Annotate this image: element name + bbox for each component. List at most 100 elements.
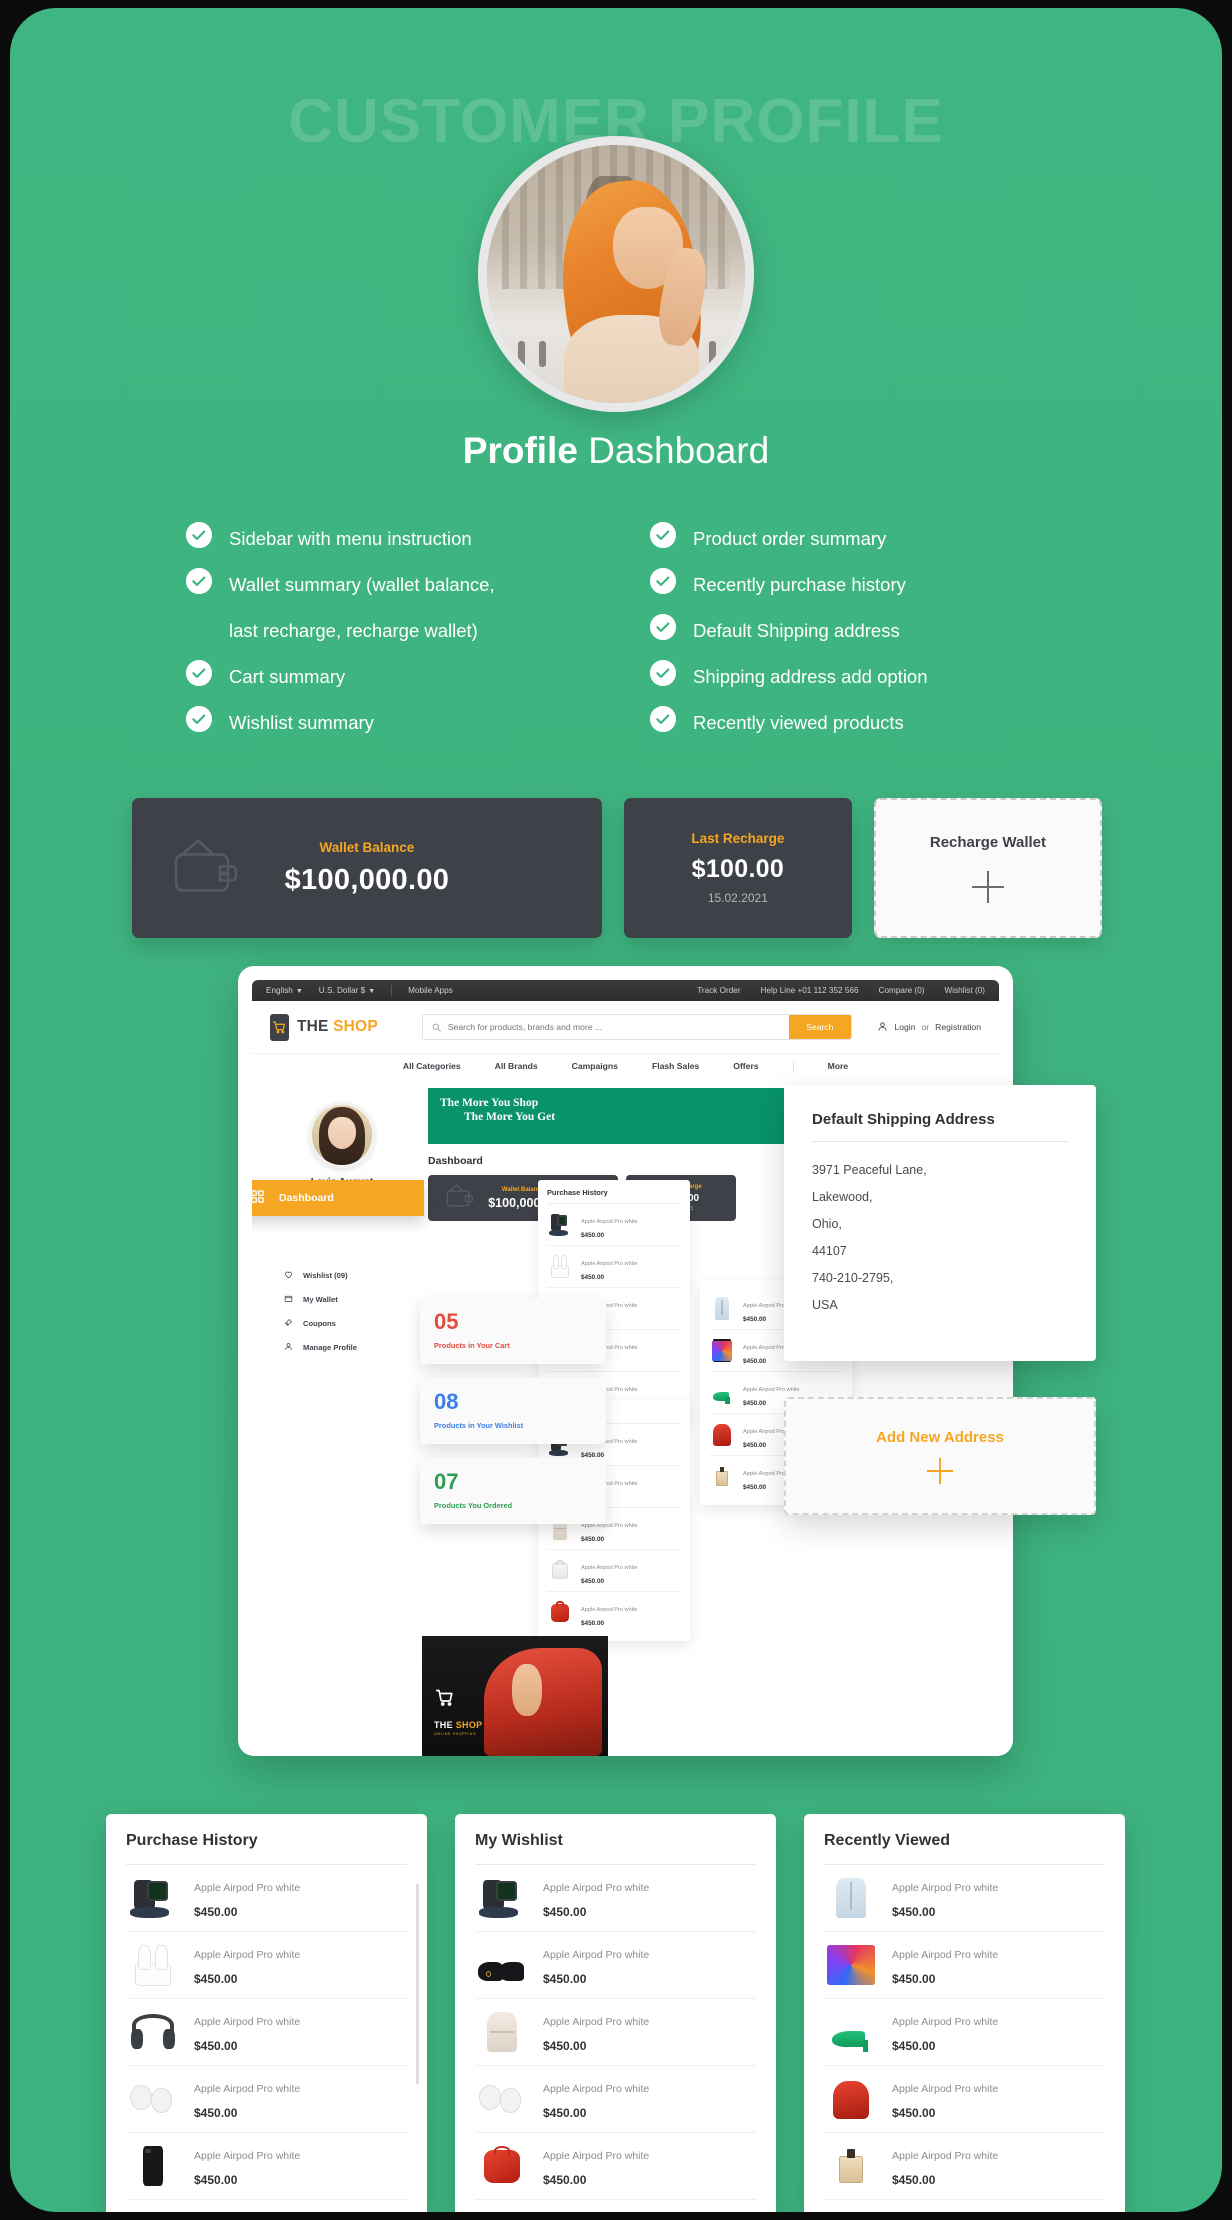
table-row[interactable]: Apple Airpod Pro white $450.00 — [824, 2133, 1105, 2200]
feature-item: Cart summary — [186, 654, 602, 700]
search-button[interactable]: Search — [788, 1015, 851, 1039]
product-thumbnail — [475, 1942, 529, 1988]
stat-card-ordered: 07 Products You Ordered — [420, 1458, 606, 1524]
feature-label: Default Shipping address — [693, 620, 900, 641]
list-item[interactable]: Apple Airpod Pro white$450.00 — [547, 1204, 681, 1246]
site-logo[interactable]: THE SHOP — [270, 1013, 378, 1041]
cart-icon — [435, 1689, 454, 1712]
product-name: Apple Airpod Pro white — [194, 2082, 301, 2095]
table-row[interactable]: Apple Airpod Pro white $450.00 — [475, 1932, 756, 1999]
page-subtitle: Profile Dashboard — [10, 430, 1222, 472]
product-price: $450.00 — [194, 2105, 238, 2120]
wishlist-link[interactable]: Wishlist (0) — [945, 986, 985, 995]
dashboard-button-label: Dashboard — [279, 1192, 334, 1204]
table-row[interactable]: Apple Airpod Pro white $450.00 — [824, 1865, 1105, 1932]
product-thumbnail — [126, 2076, 180, 2122]
sidebar-menu: Wishlist (09) My Wallet Coupons Manage P… — [266, 1270, 418, 1353]
sidebar-item-manage-profile[interactable]: Manage Profile — [284, 1342, 418, 1353]
table-row[interactable]: Apple Airpod Pro white $450.00 — [126, 2133, 407, 2200]
check-circle-icon — [650, 568, 676, 594]
search-icon — [423, 1023, 448, 1032]
scrollbar[interactable] — [416, 1884, 419, 2084]
feature-list: Sidebar with menu instruction Wallet sum… — [186, 516, 1066, 746]
sidebar-item-my-wallet[interactable]: My Wallet — [284, 1294, 418, 1305]
product-thumbnail — [475, 2076, 529, 2122]
menu-item-offers[interactable]: Offers — [733, 1061, 758, 1071]
recharge-wallet-button[interactable]: Recharge Wallet — [873, 798, 1102, 938]
product-name: Apple Airpod Pro white — [194, 2149, 301, 2162]
sidebar-item-coupons[interactable]: Coupons — [284, 1318, 418, 1329]
site-menubar: All Categories All Brands Campaigns Flas… — [252, 1053, 999, 1078]
table-row[interactable]: Apple Airpod Pro white $450.00 — [824, 1999, 1105, 2066]
avatar-image — [487, 145, 745, 403]
check-circle-icon — [186, 522, 212, 548]
login-link[interactable]: Login — [894, 1022, 915, 1032]
feature-item: Recently viewed products — [650, 700, 1066, 746]
track-order-link[interactable]: Track Order — [697, 986, 740, 995]
last-recharge-date: 15.02.2021 — [707, 891, 768, 905]
compare-link[interactable]: Compare (0) — [879, 986, 925, 995]
product-name: Apple Airpod Pro white — [543, 1948, 650, 1961]
product-name: Apple Airpod Pro white — [543, 1881, 650, 1894]
page-root: CUSTOMER PROFILE Profile Dashboard Sideb… — [10, 8, 1222, 2212]
menu-item-campaigns[interactable]: Campaigns — [572, 1061, 618, 1071]
product-name: Apple Airpod Pro white — [892, 2082, 999, 2095]
table-row[interactable]: Apple Airpod Pro white $450.00 — [475, 2133, 756, 2200]
help-line-text: Help Line +01 112 352 566 — [760, 986, 859, 995]
address-card-title: Default Shipping Address — [812, 1111, 995, 1128]
feature-item: Shipping address add option — [650, 654, 1066, 700]
feature-item: Product order summary — [650, 516, 1066, 562]
wallet-balance-label: Wallet Balance — [319, 839, 415, 855]
check-circle-icon — [650, 706, 676, 732]
menu-item-flash-sales[interactable]: Flash Sales — [652, 1061, 699, 1071]
table-row[interactable]: Apple Airpod Pro white $450.00 — [126, 1932, 407, 1999]
add-new-address-button[interactable]: Add New Address — [784, 1397, 1096, 1515]
account-area: Login or Registration — [877, 1021, 981, 1034]
product-thumbnail — [126, 1875, 180, 1921]
address-line: 3971 Peaceful Lane, — [812, 1163, 927, 1177]
list-item[interactable]: Apple Airpod Pro white$450.00 — [547, 1592, 681, 1633]
list-item[interactable]: Apple Airpod Pro white$450.00 — [547, 1246, 681, 1288]
default-shipping-address-card: Default Shipping Address 3971 Peaceful L… — [784, 1085, 1096, 1361]
product-thumbnail — [126, 1942, 180, 1988]
search-input[interactable] — [447, 1022, 789, 1032]
currency-selector[interactable]: U.S. Dollar $ ▼ — [319, 986, 375, 995]
table-row[interactable]: Apple Airpod Pro white $450.00 — [126, 1999, 407, 2066]
feature-label: Product order summary — [693, 528, 887, 549]
feature-column-right: Product order summary Recently purchase … — [650, 516, 1066, 746]
stat-caption: Products in Your Cart — [434, 1341, 510, 1350]
address-line: 740-210-2795, — [812, 1271, 894, 1285]
feature-label: Shipping address add option — [693, 666, 928, 687]
wallet-summary-row: Wallet Balance $100,000.00 Last Recharge… — [132, 798, 1102, 938]
menu-item-all-categories[interactable]: All Categories — [403, 1061, 461, 1071]
table-row[interactable]: Apple Airpod Pro white $450.00 — [824, 2066, 1105, 2133]
list-item[interactable]: Apple Airpod Pro white$450.00 — [547, 1550, 681, 1592]
sidebar-item-wishlist[interactable]: Wishlist (09) — [284, 1270, 418, 1281]
feature-label: Wallet summary (wallet balance, last rec… — [229, 574, 495, 641]
table-row[interactable]: Apple Airpod Pro white $450.00 — [824, 1932, 1105, 1999]
sidebar-item-dashboard[interactable]: Dashboard — [252, 1180, 424, 1216]
table-row[interactable]: Apple Airpod Pro white $450.00 — [475, 1999, 756, 2066]
last-recharge-card: Last Recharge $100.00 15.02.2021 — [623, 798, 852, 938]
registration-link[interactable]: Registration — [935, 1022, 981, 1032]
product-name: Apple Airpod Pro white — [543, 2015, 650, 2028]
search-bar[interactable]: Search — [421, 1014, 852, 1040]
table-row[interactable]: Apple Airpod Pro white $450.00 — [475, 1865, 756, 1932]
table-row[interactable]: Apple Airpod Pro white $450.00 — [475, 2066, 756, 2133]
address-line: USA — [812, 1298, 838, 1312]
feature-item: Wishlist summary — [186, 700, 602, 746]
card-title: My Wishlist — [475, 1832, 563, 1849]
check-circle-icon — [186, 660, 212, 686]
add-new-address-label: Add New Address — [876, 1428, 1004, 1446]
product-name: Apple Airpod Pro white — [194, 1881, 301, 1894]
table-row[interactable]: Apple Airpod Pro white $450.00 — [126, 1865, 407, 1932]
heart-icon — [284, 1270, 293, 1281]
table-row[interactable]: Apple Airpod Pro white $450.00 — [126, 2066, 407, 2133]
mobile-apps-link[interactable]: Mobile Apps — [408, 986, 453, 995]
menu-item-more[interactable]: More — [828, 1061, 849, 1071]
coupon-icon — [284, 1318, 293, 1329]
menu-item-all-brands[interactable]: All Brands — [495, 1061, 538, 1071]
address-line: Lakewood, — [812, 1190, 873, 1204]
language-selector[interactable]: English ▼ — [266, 986, 303, 995]
product-price: $450.00 — [892, 1904, 936, 1919]
